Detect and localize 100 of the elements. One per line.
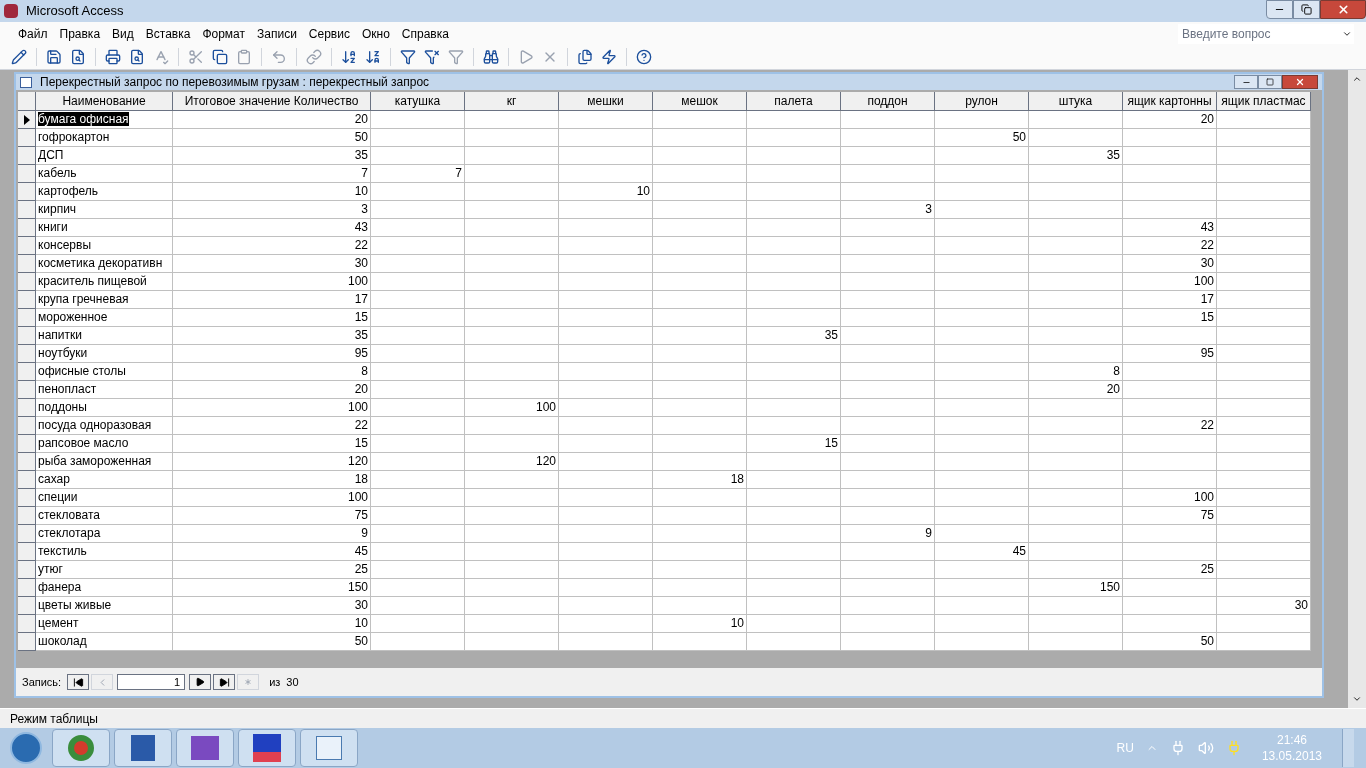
table-cell: 95 (1123, 345, 1217, 363)
table-cell: 17 (173, 291, 371, 309)
column-header[interactable]: поддон (841, 92, 935, 111)
table-cell: посуда одноразовая (36, 417, 173, 435)
first-icon (72, 676, 84, 688)
table-cell: бумага офисная (36, 111, 173, 129)
table-cell: краситель пищевой (36, 273, 173, 291)
menu-item[interactable]: Правка (53, 24, 107, 43)
table-cell: 3 (173, 201, 371, 219)
column-header[interactable]: ящик пластмас (1217, 92, 1311, 111)
table-cell: 10 (559, 183, 653, 201)
table-cell: 15 (747, 435, 841, 453)
preview-icon (70, 49, 86, 65)
table-cell: 25 (173, 561, 371, 579)
column-header[interactable]: кг (465, 92, 559, 111)
close-button[interactable] (1320, 0, 1366, 19)
table-cell: 30 (173, 597, 371, 615)
menu-item[interactable]: Окно (355, 24, 396, 43)
new-record-icon (518, 49, 534, 65)
table-cell: консервы (36, 237, 173, 255)
close-icon (1336, 3, 1350, 16)
last-record-button[interactable] (213, 674, 236, 690)
menu-item[interactable]: Записи (251, 24, 303, 43)
restore-icon (1301, 4, 1312, 15)
menu-item[interactable]: Вставка (139, 24, 197, 43)
menu-item[interactable]: Сервис (302, 24, 356, 43)
maximize-button[interactable] (1258, 75, 1282, 89)
table-cell: картофель (36, 183, 173, 201)
table-cell: книги (36, 219, 173, 237)
table-cell: 22 (1123, 237, 1217, 255)
table-cell: 10 (173, 183, 371, 201)
first-record-button[interactable] (67, 674, 90, 690)
table-cell: 22 (1123, 417, 1217, 435)
table-cell: стекловата (36, 507, 173, 525)
table-cell: крупа гречневая (36, 291, 173, 309)
column-header[interactable]: Наименование (36, 92, 173, 111)
menu-item[interactable]: Формат (196, 24, 252, 43)
scroll-down-icon[interactable] (1352, 694, 1362, 704)
table-cell: 43 (173, 219, 371, 237)
table-cell: 95 (173, 345, 371, 363)
table-cell: 7 (173, 165, 371, 183)
table-cell: 8 (1029, 363, 1123, 381)
table-cell: рыба замороженная (36, 453, 173, 471)
table-cell: цемент (36, 615, 173, 633)
taskbar-button[interactable] (300, 729, 358, 767)
table-cell: кирпич (36, 201, 173, 219)
table-cell: 20 (1029, 381, 1123, 399)
taskbar-button[interactable] (238, 729, 296, 767)
minimize-button[interactable] (1266, 0, 1293, 19)
spelling-icon (153, 49, 169, 65)
table-cell: 120 (465, 453, 559, 471)
menu-item[interactable]: Справка (395, 24, 455, 43)
column-header[interactable]: Итоговое значение Количество (173, 92, 371, 111)
taskbar-button[interactable] (114, 729, 172, 767)
filter-form-icon (424, 49, 440, 65)
table-cell: мороженное (36, 309, 173, 327)
table-cell: текстиль (36, 543, 173, 561)
table-cell: 120 (173, 453, 371, 471)
record-number-field[interactable]: 1 (117, 674, 186, 690)
minimize-button[interactable] (1234, 75, 1258, 89)
document-title: Перекрестный запрос по перевозимым грузам : перекрестный запрос (40, 76, 430, 88)
column-header[interactable]: мешок (653, 92, 747, 111)
table-cell: 45 (935, 543, 1029, 561)
column-header[interactable]: штука (1029, 92, 1123, 111)
taskbar-button[interactable] (52, 729, 110, 767)
help-icon (636, 49, 652, 65)
browser-app-icon (68, 735, 94, 761)
taskbar-button[interactable] (176, 729, 234, 767)
status-text: Режим таблицы (10, 710, 98, 728)
menu-item[interactable]: Вид (106, 24, 140, 43)
column-header[interactable]: мешки (559, 92, 653, 111)
restore-button[interactable] (1293, 0, 1320, 19)
table-cell: 50 (173, 129, 371, 147)
select-all-box[interactable] (18, 92, 36, 111)
column-header[interactable]: ящик картонны (1123, 92, 1217, 111)
table-cell: 35 (1029, 147, 1123, 165)
record-selector[interactable] (18, 111, 36, 129)
column-header[interactable]: палета (747, 92, 841, 111)
record-label: Запись: (22, 674, 62, 690)
last-icon (218, 676, 230, 688)
table-cell: 50 (1123, 633, 1217, 651)
table-cell: 50 (173, 633, 371, 651)
close-button[interactable] (1282, 75, 1318, 89)
table-cell: цветы живые (36, 597, 173, 615)
column-header[interactable]: рулон (935, 92, 1029, 111)
new-object-icon (601, 49, 617, 65)
vertical-scrollbar[interactable] (1348, 70, 1366, 708)
scroll-up-icon[interactable] (1352, 74, 1362, 84)
table-cell: 30 (1123, 255, 1217, 273)
table-cell: 17 (1123, 291, 1217, 309)
table-cell: рапсовое масло (36, 435, 173, 453)
table-cell: 22 (173, 237, 371, 255)
table-cell: сахар (36, 471, 173, 489)
help-search-field[interactable]: Введите вопрос (1178, 23, 1340, 44)
column-header[interactable]: катушка (371, 92, 465, 111)
link-icon (306, 49, 322, 65)
menu-item[interactable]: Файл (12, 24, 54, 43)
table-cell: 15 (1123, 309, 1217, 327)
next-record-button[interactable] (189, 674, 212, 690)
table-cell: утюг (36, 561, 173, 579)
